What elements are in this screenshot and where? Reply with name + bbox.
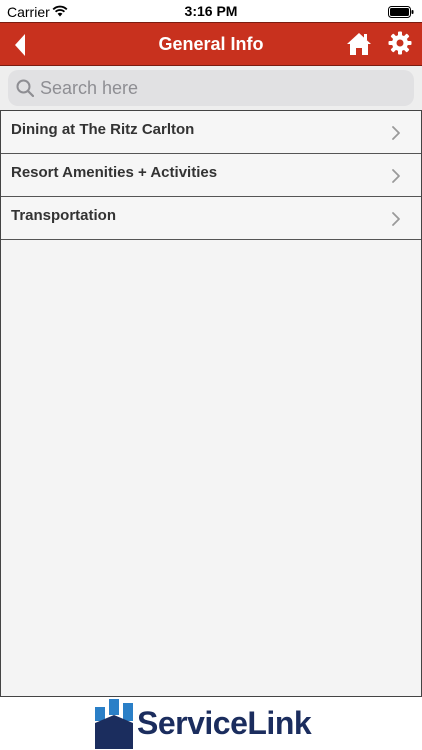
logo-mark-icon [95, 699, 133, 749]
footer: ServiceLink [0, 697, 422, 750]
chevron-right-icon [392, 126, 400, 140]
chevron-right-icon [392, 169, 400, 183]
logo-text: ServiceLink [137, 705, 312, 741]
list-item-resort-amenities[interactable]: Resort Amenities + Activities [1, 154, 421, 197]
list-item-dining[interactable]: Dining at The Ritz Carlton [1, 111, 421, 154]
home-button[interactable] [346, 31, 372, 57]
list-item-label: Transportation [11, 207, 117, 224]
list-item-label: Dining at The Ritz Carlton [11, 121, 195, 138]
home-icon [347, 33, 371, 55]
list-item-label: Resort Amenities + Activities [11, 164, 218, 181]
search-icon [16, 79, 34, 97]
search-box[interactable] [8, 70, 414, 106]
list-item-transportation[interactable]: Transportation [1, 197, 421, 240]
settings-button[interactable] [388, 31, 412, 55]
status-bar: Carrier 3:16 PM [0, 0, 422, 22]
content-panel: Dining at The Ritz Carlton Resort Amenit… [0, 110, 422, 697]
status-time: 3:16 PM [184, 3, 238, 19]
search-area [0, 66, 422, 110]
search-input[interactable] [40, 70, 400, 106]
chevron-right-icon [392, 212, 400, 226]
app-screen: Carrier 3:16 PM General Info Search here… [0, 0, 422, 750]
battery-icon [388, 5, 414, 21]
servicelink-logo: ServiceLink [95, 699, 335, 749]
gear-icon [388, 31, 412, 55]
nav-bar: General Info [0, 22, 422, 66]
